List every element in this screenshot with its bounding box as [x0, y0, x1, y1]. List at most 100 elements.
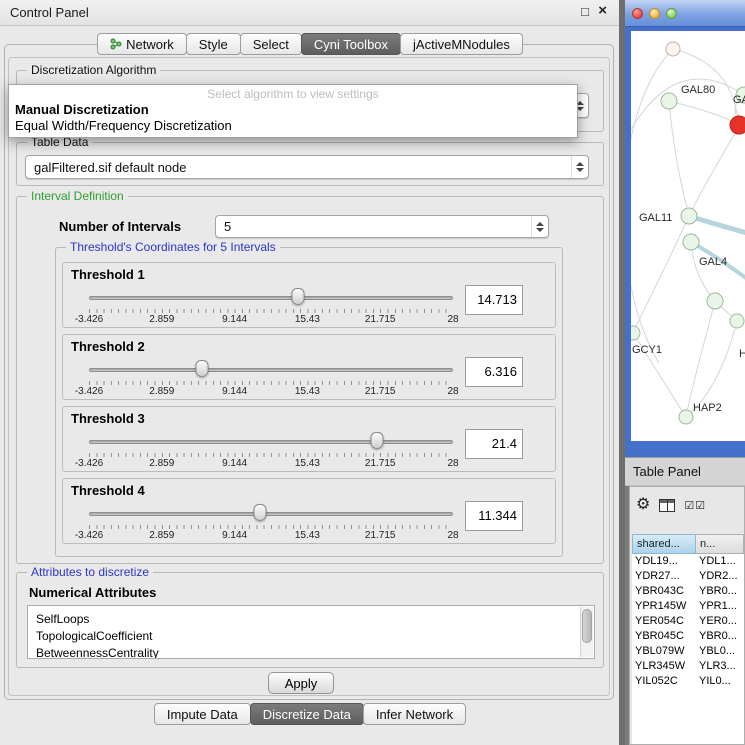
thresholds-group: Threshold's Coordinates for 5 Intervals …: [55, 247, 563, 557]
interval-definition-group: Interval Definition Number of Intervals …: [16, 196, 604, 564]
table-panel-title: Table Panel: [633, 464, 701, 479]
network-node-selected[interactable]: [730, 116, 745, 134]
node-label-partial: GA: [733, 94, 745, 106]
tab-discretize-data[interactable]: Discretize Data: [250, 703, 364, 725]
list-item[interactable]: SelfLoops: [28, 611, 594, 628]
tab-jactivemnodules[interactable]: jActiveMNodules: [400, 33, 523, 55]
slider-scale: -3.426 2.859 9.144 15.43 21.715 28: [89, 530, 453, 541]
slider-tick-marks: [89, 381, 453, 385]
numerical-attributes-list: SelfLoops TopologicalCoefficient Between…: [27, 605, 595, 659]
column-header-name[interactable]: n...: [696, 534, 744, 554]
table-row[interactable]: YBR045CYBR0...: [632, 629, 744, 644]
close-window-icon[interactable]: ×: [598, 2, 607, 19]
network-node-gcy1[interactable]: [631, 326, 640, 340]
slider-thumb[interactable]: [292, 288, 305, 305]
network-node[interactable]: [730, 314, 744, 328]
tab-infer-network[interactable]: Infer Network: [363, 703, 466, 725]
slider-thumb[interactable]: [195, 360, 208, 377]
threshold-4-value-field[interactable]: 11.344: [465, 501, 523, 531]
slider-thumb[interactable]: [254, 504, 267, 521]
node-label-partial: H: [739, 348, 745, 360]
table-toolbar: ⚙ ☑☑: [636, 492, 744, 518]
scale-label: 21.715: [365, 386, 396, 397]
table-row[interactable]: YPR145WYPR1...: [632, 599, 744, 614]
scrollbar-thumb[interactable]: [582, 609, 592, 643]
tab-style[interactable]: Style: [186, 33, 241, 55]
scale-label: 2.859: [149, 314, 174, 325]
network-node[interactable]: [707, 293, 723, 309]
number-of-intervals-label: Number of Intervals: [59, 219, 181, 234]
scale-label: 2.859: [149, 458, 174, 469]
tab-cyni-toolbox[interactable]: Cyni Toolbox: [301, 33, 401, 55]
apply-button[interactable]: Apply: [268, 672, 334, 694]
table-row[interactable]: YER054CYER0...: [632, 614, 744, 629]
tab-label: jActiveMNodules: [413, 37, 510, 52]
threshold-label: Threshold 2: [71, 339, 145, 354]
cell: YDR27...: [632, 569, 696, 584]
cell: YBR045C: [632, 629, 696, 644]
network-edge: [633, 216, 689, 333]
node-label-gal80: GAL80: [681, 84, 715, 96]
scale-label: 21.715: [365, 314, 396, 325]
tab-select[interactable]: Select: [240, 33, 302, 55]
scale-label: -3.426: [75, 314, 103, 325]
cell: YLR3...: [696, 659, 744, 674]
slider-tick-marks: [89, 309, 453, 313]
tab-network[interactable]: Network: [97, 33, 187, 55]
select-columns-checkboxes-icon[interactable]: ☑☑: [684, 499, 706, 512]
gear-icon[interactable]: ⚙: [636, 497, 650, 513]
slider-thumb[interactable]: [370, 432, 383, 449]
threshold-3-value-field[interactable]: 21.4: [465, 429, 523, 459]
zoom-traffic-light-icon[interactable]: [666, 8, 677, 19]
cell: YPR1...: [696, 599, 744, 614]
cell: YDL19...: [632, 554, 696, 569]
threshold-4-slider[interactable]: [89, 503, 453, 523]
table-row[interactable]: YBL079WYBL0...: [632, 644, 744, 659]
network-node-gal80[interactable]: [661, 93, 677, 109]
scale-label: -3.426: [75, 458, 103, 469]
table-row[interactable]: YDL19...YDL1...: [632, 554, 744, 569]
popup-item-equal-width-frequency[interactable]: Equal Width/Frequency Discretization: [9, 117, 577, 133]
threshold-4-panel: Threshold 4 -3.426 2.859 9.144 15.43 21.…: [62, 478, 556, 544]
table-row[interactable]: YBR043CYBR0...: [632, 584, 744, 599]
table-row[interactable]: YLR345WYLR3...: [632, 659, 744, 674]
list-item[interactable]: TopologicalCoefficient: [28, 628, 594, 645]
number-of-intervals-combobox[interactable]: 5: [215, 215, 549, 238]
tab-impute-data[interactable]: Impute Data: [154, 703, 251, 725]
minimize-traffic-light-icon[interactable]: [649, 8, 660, 19]
column-header-shared-name[interactable]: shared...: [632, 534, 696, 554]
cell: YBR0...: [696, 629, 744, 644]
table-row[interactable]: YDR27...YDR2...: [632, 569, 744, 584]
network-window-titlebar[interactable]: [625, 0, 745, 27]
float-window-icon[interactable]: □: [581, 4, 589, 19]
close-traffic-light-icon[interactable]: [632, 8, 643, 19]
scale-label: 9.144: [222, 314, 247, 325]
network-edge: [686, 301, 715, 417]
threshold-2-value-field[interactable]: 6.316: [465, 357, 523, 387]
network-node-gal4[interactable]: [683, 234, 699, 250]
scale-label: 15.43: [295, 458, 320, 469]
tab-label: Select: [253, 37, 289, 52]
threshold-1-slider[interactable]: [89, 287, 453, 307]
slider-track: [89, 368, 453, 372]
thresholds-group-title: Threshold's Coordinates for 5 Intervals: [66, 240, 280, 254]
network-node[interactable]: [666, 42, 680, 56]
popup-item-manual-discretization[interactable]: Manual Discretization: [9, 101, 577, 117]
list-item[interactable]: BetweennessCentrality: [28, 645, 594, 659]
threshold-1-value-field[interactable]: 14.713: [465, 285, 523, 315]
scale-label: 9.144: [222, 386, 247, 397]
columns-icon[interactable]: [659, 499, 675, 512]
table-row[interactable]: YIL052CYIL0...: [632, 674, 744, 689]
threshold-2-slider[interactable]: [89, 359, 453, 379]
network-node-gal11[interactable]: [681, 208, 697, 224]
list-scrollbar[interactable]: [580, 607, 593, 657]
network-node-hap2[interactable]: [679, 410, 693, 424]
scale-label: -3.426: [75, 530, 103, 541]
network-canvas[interactable]: GAL80 GA GAL11 GAL4 GCY1 HAP2 H: [631, 31, 745, 441]
control-panel-titlebar: Control Panel □ ×: [0, 0, 619, 26]
threshold-3-panel: Threshold 3 -3.426 2.859 9.144 15.43 21.…: [62, 406, 556, 472]
tab-label: Network: [126, 37, 174, 52]
table-data-combobox[interactable]: galFiltered.sif default node: [25, 155, 589, 179]
cell: YDL1...: [696, 554, 744, 569]
threshold-3-slider[interactable]: [89, 431, 453, 451]
